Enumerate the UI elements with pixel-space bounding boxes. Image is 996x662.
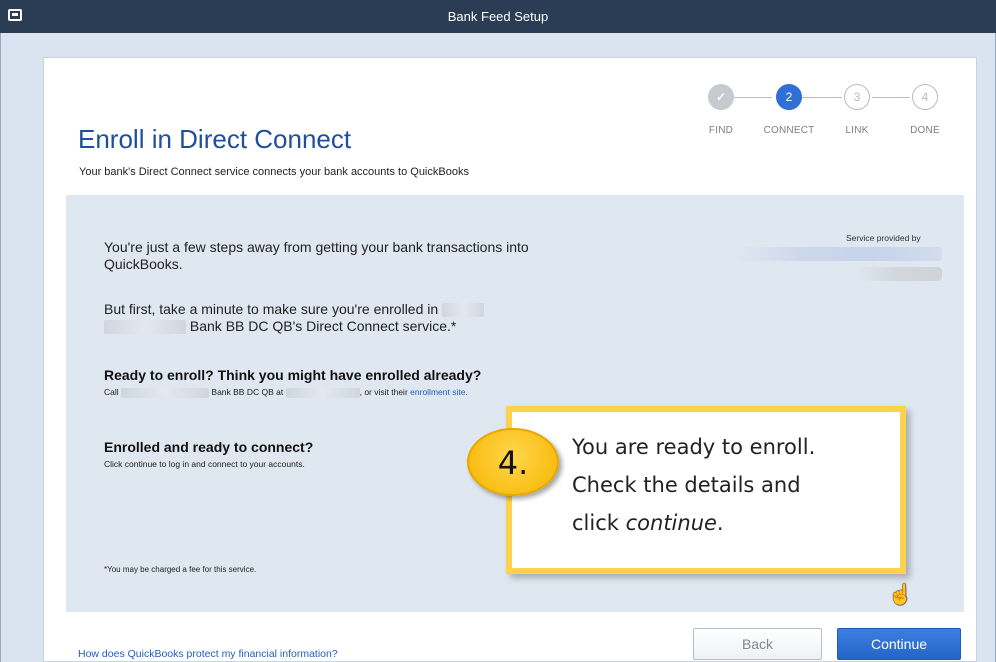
enroll-check-prefix: But first, take a minute to make sure yo… xyxy=(104,301,439,317)
step-done-label: DONE xyxy=(910,125,940,136)
redacted-phone xyxy=(285,387,360,398)
callout-text: You are ready to enroll. Check the detai… xyxy=(572,428,892,542)
enrolled-instructions: Click continue to log in and connect to … xyxy=(104,459,305,469)
callout-emphasis: continue xyxy=(625,511,717,535)
ready-heading: Ready to enroll? Think you might have en… xyxy=(104,367,482,383)
redacted-provider-logo xyxy=(856,267,942,281)
callout-line-2: Check the details and xyxy=(572,473,801,497)
redacted-bank-name xyxy=(442,303,485,318)
redacted-provider-logo xyxy=(736,247,942,261)
step-link-number: 3 xyxy=(844,84,870,110)
window-title: Bank Feed Setup xyxy=(447,9,549,24)
step-connector xyxy=(734,97,772,98)
enrolled-heading: Enrolled and ready to connect? xyxy=(104,439,314,455)
callout-line-3: click continue. xyxy=(572,504,892,542)
redacted-bank-name xyxy=(104,320,186,335)
callout-line-3-suffix: . xyxy=(716,511,724,535)
redacted-bank-name xyxy=(121,387,210,398)
window-titlebar: Bank Feed Setup xyxy=(0,0,996,33)
step-connector xyxy=(802,97,842,98)
ready-visit-text: , or visit their xyxy=(359,387,408,397)
intro-text: You're just a few steps away from gettin… xyxy=(104,239,529,272)
hand-cursor-icon: ☝ xyxy=(888,584,913,606)
step-number-badge: 4. xyxy=(467,428,559,496)
enroll-check-suffix: Bank BB DC QB's Direct Connect service.* xyxy=(189,318,457,334)
step-done-number: 4 xyxy=(912,84,938,110)
callout-line-1: You are ready to enroll. xyxy=(572,435,816,459)
step-connect-label: CONNECT xyxy=(763,125,815,136)
security-help-link[interactable]: How does QuickBooks protect my financial… xyxy=(78,648,338,660)
continue-button[interactable]: Continue xyxy=(837,628,961,660)
step-find-checkmark-icon: ✓ xyxy=(708,84,734,110)
page-title: Enroll in Direct Connect xyxy=(78,124,352,154)
service-provided-by-label: Service provided by xyxy=(846,233,921,243)
enrollment-site-link[interactable]: enrollment site. xyxy=(410,387,468,397)
ready-instructions: Call Bank BB DC QB at , or visit their e… xyxy=(104,387,468,398)
ready-call-text: Call xyxy=(104,387,119,397)
step-connect-number: 2 xyxy=(776,84,802,110)
page-subtitle: Your bank's Direct Connect service conne… xyxy=(79,166,469,178)
callout-line-3-prefix: click xyxy=(572,511,626,535)
step-find-label: FIND xyxy=(708,125,734,136)
step-link-label: LINK xyxy=(845,125,869,136)
progress-stepper: ✓ 2 3 4 FIND CONNECT LINK DONE xyxy=(704,80,954,140)
step-connector xyxy=(872,97,910,98)
ready-bank-text: Bank BB DC QB at xyxy=(211,387,284,397)
fee-footnote: *You may be charged a fee for this servi… xyxy=(104,565,257,574)
back-button[interactable]: Back xyxy=(693,628,822,660)
instruction-callout: You are ready to enroll. Check the detai… xyxy=(506,406,906,574)
enroll-check-text: But first, take a minute to make sure yo… xyxy=(104,301,564,335)
